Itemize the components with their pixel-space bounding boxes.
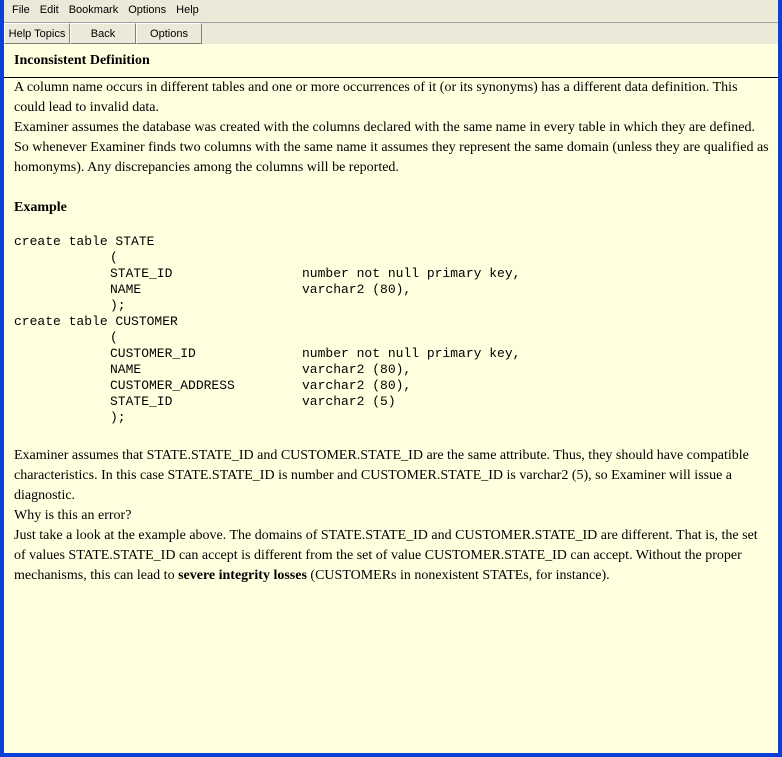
emphasis: severe integrity losses bbox=[178, 568, 307, 583]
code-line: ( bbox=[14, 330, 178, 346]
code-token: NAME bbox=[110, 282, 142, 297]
menu-bar: File Edit Bookmark Options Help bbox=[4, 0, 778, 20]
code-token: create table CUSTOMER bbox=[14, 314, 178, 329]
explain-paragraph: Examiner assumes that STATE.STATE_ID and… bbox=[14, 448, 749, 503]
intro-paragraph: Examiner assumes the database was create… bbox=[14, 120, 769, 175]
page-title: Inconsistent Definition bbox=[14, 53, 150, 68]
code-token: number not null primary key, bbox=[302, 346, 521, 361]
help-window: File Edit Bookmark Options Help Help Top… bbox=[4, 0, 778, 753]
code-token: STATE_ID bbox=[110, 394, 173, 409]
code-token: varchar2 (80), bbox=[302, 378, 412, 393]
topic-header: Inconsistent Definition bbox=[4, 44, 778, 78]
code-token: ); bbox=[110, 298, 126, 313]
explain-paragraph: Just take a look at the example above. T… bbox=[4, 526, 778, 586]
code-line: ); bbox=[14, 298, 178, 314]
code-token: ( bbox=[110, 330, 118, 345]
code-example: create table STATE(STATE_ID number not nu… bbox=[14, 234, 520, 426]
code-token: create table STATE bbox=[14, 234, 155, 249]
menu-file[interactable]: File bbox=[8, 4, 36, 16]
code-token: NAME bbox=[110, 362, 142, 377]
code-line: NAME varchar2 (80), bbox=[14, 282, 411, 298]
code-line: STATE_ID varchar2 (5) bbox=[14, 394, 396, 410]
code-line: ( bbox=[14, 250, 178, 266]
code-line: create table CUSTOMER bbox=[14, 314, 178, 330]
code-token: CUSTOMER_ID bbox=[110, 346, 196, 361]
back-button[interactable]: Back bbox=[70, 23, 136, 44]
help-topics-button[interactable]: Help Topics bbox=[4, 23, 70, 44]
menu-edit[interactable]: Edit bbox=[36, 4, 65, 16]
code-token: varchar2 (80), bbox=[302, 362, 412, 377]
code-token: ); bbox=[110, 410, 126, 425]
options-button[interactable]: Options bbox=[136, 23, 202, 44]
topic-content[interactable]: A column name occurs in different tables… bbox=[4, 78, 778, 753]
menu-bookmark[interactable]: Bookmark bbox=[65, 4, 125, 16]
code-token: ( bbox=[110, 250, 118, 265]
intro-paragraph: A column name occurs in different tables… bbox=[14, 80, 738, 115]
code-token: CUSTOMER_ADDRESS bbox=[110, 378, 235, 393]
code-token: number not null primary key, bbox=[302, 266, 521, 281]
question: Why is this an error? bbox=[14, 508, 132, 523]
text: (CUSTOMERs in nonexistent STATEs, for in… bbox=[306, 568, 610, 583]
menu-options[interactable]: Options bbox=[124, 4, 172, 16]
example-heading: Example bbox=[14, 200, 67, 215]
code-token: STATE_ID bbox=[110, 266, 173, 281]
toolbar: Help Topics Back Options bbox=[4, 22, 778, 45]
code-line: STATE_ID number not null primary key, bbox=[14, 266, 520, 282]
code-line: NAME varchar2 (80), bbox=[14, 362, 411, 378]
menu-help[interactable]: Help bbox=[172, 4, 205, 16]
code-line: ); bbox=[14, 410, 178, 426]
code-line: CUSTOMER_ADDRESS varchar2 (80), bbox=[14, 378, 411, 394]
code-line: create table STATE bbox=[14, 234, 178, 250]
code-token: varchar2 (5) bbox=[302, 394, 396, 409]
code-token: varchar2 (80), bbox=[302, 282, 412, 297]
code-line: CUSTOMER_ID number not null primary key, bbox=[14, 346, 520, 362]
